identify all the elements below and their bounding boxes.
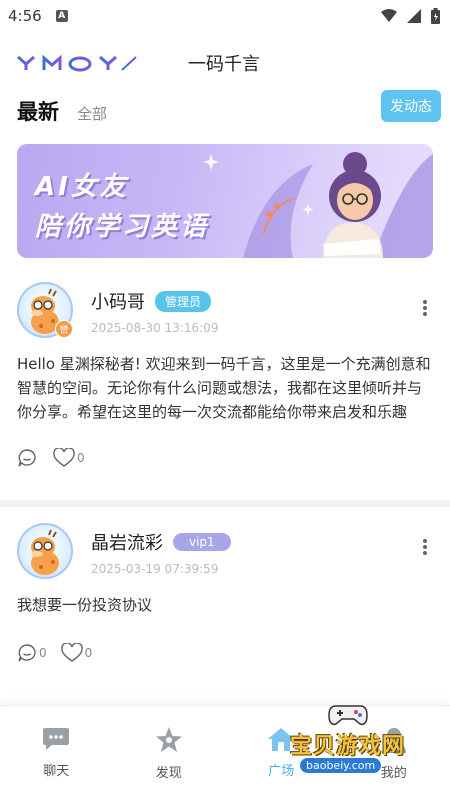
like-count: 0 [84, 646, 93, 660]
tab-latest[interactable]: 最新 [17, 96, 65, 136]
signal-icon [407, 9, 421, 23]
vip-badge: vip1 [173, 533, 231, 551]
post-author-name[interactable]: 晶岩流彩 [91, 529, 163, 555]
site-watermark: 宝贝游戏网 baobeiy.com [290, 700, 420, 780]
banner-subtitle: 陪你学习英语 [35, 212, 210, 242]
avatar[interactable]: 赞 [17, 282, 73, 338]
post-author-name[interactable]: 小码哥 [91, 288, 145, 314]
like-count: 0 [77, 451, 85, 465]
post-status-button[interactable]: 发动态 [381, 90, 441, 122]
heart-icon [53, 448, 75, 467]
watermark-title: 宝贝游戏网 [290, 734, 406, 759]
post-content: 我想要一份投资协议 [17, 596, 153, 614]
like-button[interactable]: 0 [60, 643, 93, 663]
more-options-icon[interactable] [422, 537, 428, 557]
watermark-url: baobeiy.com [300, 758, 382, 773]
tab-all[interactable]: 全部 [77, 103, 107, 136]
comment-button[interactable] [17, 448, 39, 468]
banner-illustration [203, 152, 433, 258]
post-card[interactable]: 赞 小码哥 管理员 2025-08-30 13:16:09 Hello 星渊探秘… [0, 258, 450, 500]
nav-item-discover[interactable]: 发现 [113, 706, 226, 800]
tab-active-indicator [17, 123, 65, 130]
post-date: 2025-03-19 07:39:59 [91, 562, 219, 576]
app-header: 一码千言 [0, 40, 450, 86]
wifi-icon [381, 9, 397, 22]
chat-icon [43, 728, 70, 750]
comment-count: 0 [39, 646, 47, 660]
ai-girlfriend-banner[interactable]: AI女友 陪你学习英语 [17, 144, 433, 258]
battery-icon [431, 8, 440, 24]
post-card[interactable]: 晶岩流彩 vip1 2025-03-19 07:39:59 我想要一份投资协议 … [0, 507, 450, 677]
tab-latest-label: 最新 [17, 100, 59, 124]
post-date: 2025-08-30 13:16:09 [91, 321, 219, 335]
like-button[interactable]: 0 [53, 448, 85, 468]
app-title: 一码千言 [188, 54, 260, 75]
avatar-level-badge: 赞 [55, 320, 73, 338]
post-divider [0, 500, 450, 507]
comment-button[interactable]: 0 [17, 643, 47, 663]
gamepad-icon [328, 705, 368, 726]
avatar[interactable] [17, 523, 73, 579]
notification-badge-icon: A [55, 10, 68, 22]
banner-title: AI女友 [35, 172, 129, 202]
comment-icon [18, 644, 36, 662]
heart-icon [60, 643, 83, 662]
nav-item-chat[interactable]: 聊天 [0, 706, 113, 800]
discover-icon [155, 727, 182, 752]
giraffe-avatar-icon [31, 529, 59, 575]
comment-icon [18, 449, 36, 467]
nav-label-discover: 发现 [155, 766, 182, 781]
status-time: 4:56 [8, 7, 42, 25]
more-options-icon[interactable] [422, 298, 428, 318]
post-content: Hello 星渊探秘者! 欢迎来到一码千言，这里是一个充满创意和智慧的空间。无论… [17, 355, 431, 421]
admin-badge: 管理员 [155, 290, 212, 312]
status-bar: 4:56 A [0, 0, 450, 32]
feed-tabs: 最新 全部 发动态 [0, 86, 450, 136]
bottom-navigation: 聊天 发现 广场 我的 宝贝游戏网 baobeiy.com [0, 705, 450, 800]
nav-label-chat: 聊天 [43, 764, 70, 779]
ymoy-logo [17, 54, 137, 72]
